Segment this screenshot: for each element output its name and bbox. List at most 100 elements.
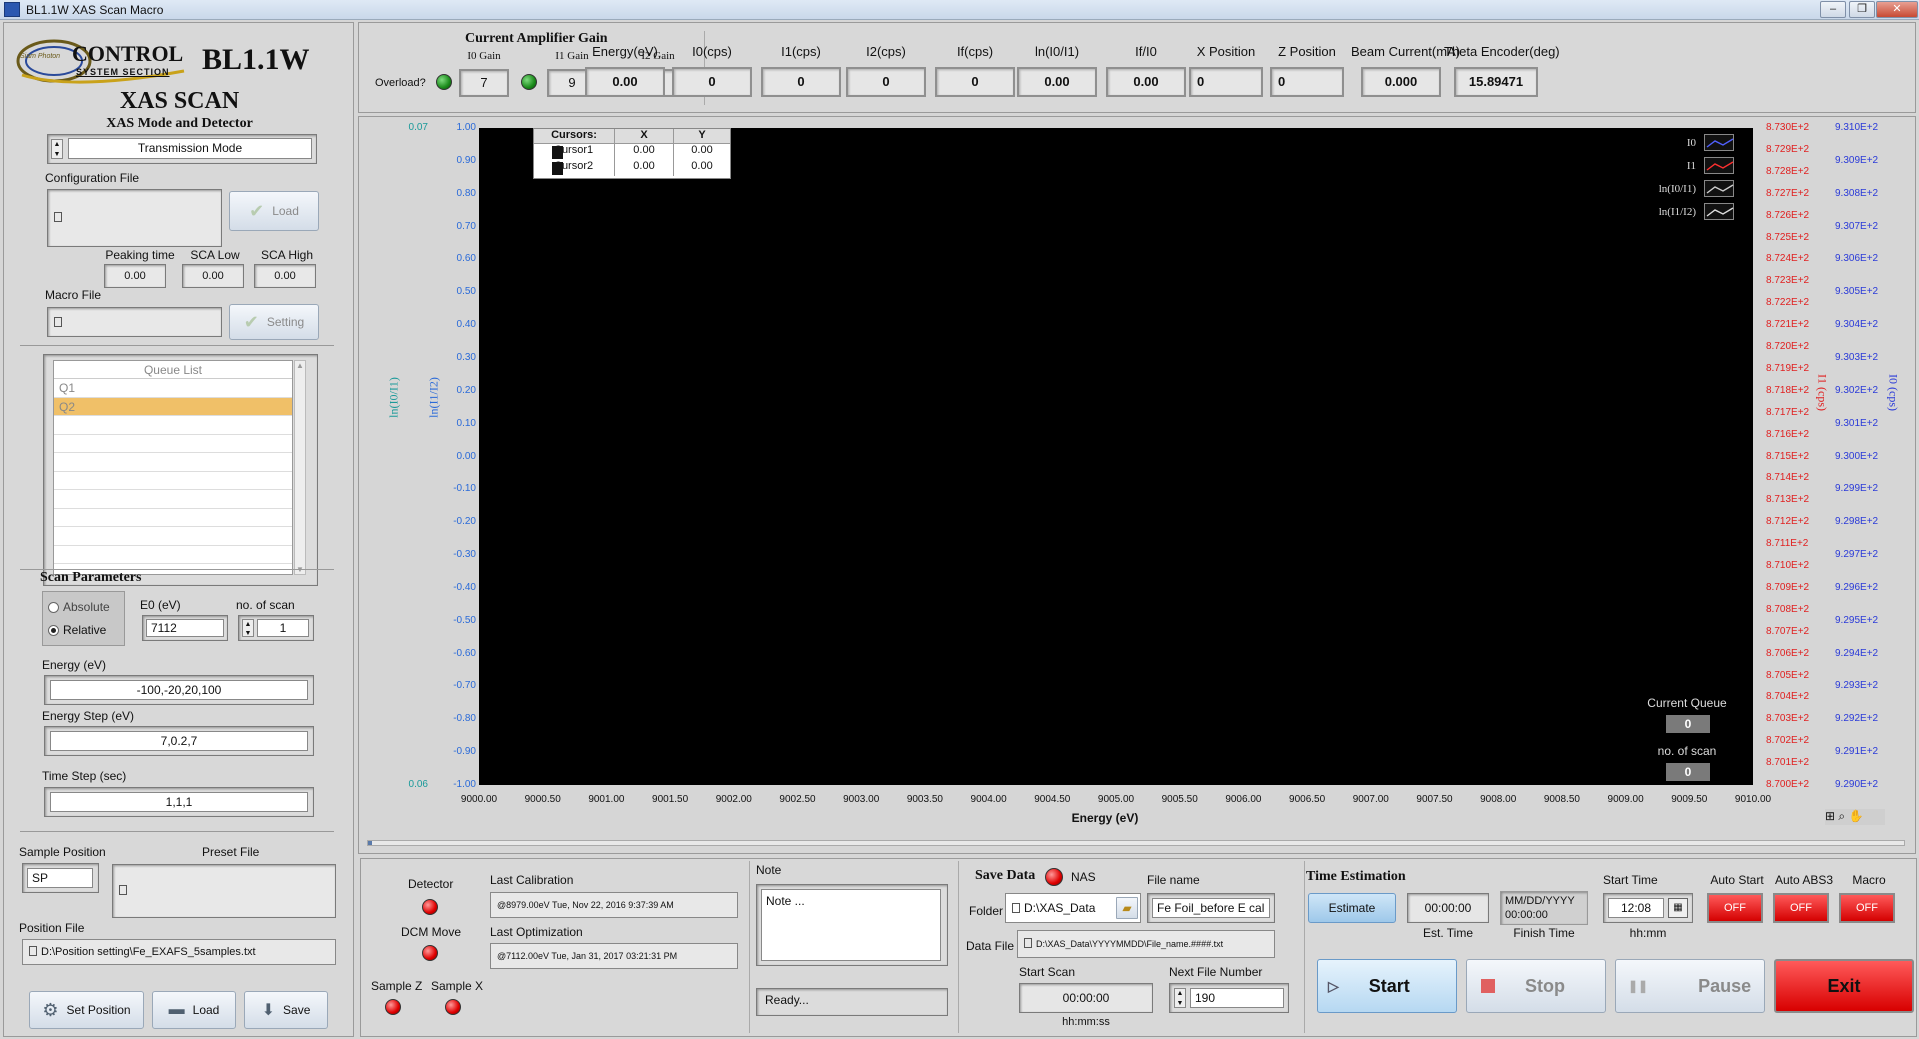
macro-setting-label: Setting [266, 315, 305, 329]
start-time-label: Start Time [1603, 873, 1658, 887]
path-icon [119, 885, 127, 895]
macro-setting-button[interactable]: ✔ Setting [229, 304, 319, 340]
auto-start-toggle[interactable]: OFF [1707, 893, 1763, 923]
magnify-icon[interactable]: ⌕ [1838, 809, 1845, 823]
y2-tick-label: 0.90 [456, 154, 476, 166]
no-of-scan-field[interactable]: 1 [257, 619, 309, 637]
queue-list-item[interactable] [54, 472, 292, 490]
legend-item[interactable]: ln(I0/I1) [1614, 177, 1734, 200]
sca-low-field[interactable]: 0.00 [182, 264, 244, 288]
macro-toggle[interactable]: OFF [1839, 893, 1895, 923]
queue-list-item[interactable]: Q2 [54, 397, 292, 416]
y2-tick-label: -0.60 [453, 647, 476, 659]
x-tick-label: 9002.00 [715, 794, 752, 805]
graph-palette[interactable]: ⊞ ⌕ ✋ [1825, 809, 1885, 825]
energy-field[interactable]: -100,-20,20,100 [50, 680, 308, 700]
note-frame: Note ... [756, 884, 948, 966]
close-button[interactable]: ✕ [1876, 1, 1918, 18]
e0-field[interactable]: 7112 [146, 619, 224, 637]
note-textarea[interactable]: Note ... [761, 889, 941, 961]
legend-item[interactable]: I0 [1614, 131, 1734, 154]
queue-list-item[interactable] [54, 435, 292, 453]
next-file-spin-icon[interactable]: ▲ ▼ [1174, 988, 1186, 1008]
config-file-path[interactable] [47, 189, 222, 247]
dcm-move-label: DCM Move [401, 925, 462, 939]
queue-list-item[interactable]: Q1 [54, 379, 292, 398]
queue-list[interactable]: Queue List Q1 Q2 [53, 360, 293, 575]
legend-label: ln(I0/I1) [1658, 182, 1696, 195]
stop-button[interactable]: Stop [1466, 959, 1606, 1013]
y4-tick-label: 9.296E+2 [1835, 581, 1879, 593]
y3-tick-label: 8.705E+2 [1766, 669, 1810, 681]
legend-item[interactable]: I1 [1614, 154, 1734, 177]
auto-abs3-toggle[interactable]: OFF [1773, 893, 1829, 923]
x-tick-label: 9004.00 [970, 794, 1007, 805]
readout-label: Z Position [1278, 44, 1336, 59]
divider [749, 861, 750, 1033]
next-file-number-field[interactable]: 190 [1190, 988, 1284, 1008]
preset-file-path[interactable] [112, 864, 336, 918]
cursor-row[interactable]: Cursor1 0.00 0.00 [534, 144, 730, 160]
stop-icon [1481, 979, 1495, 993]
start-button[interactable]: ▷ Start [1317, 959, 1457, 1013]
energy-step-field[interactable]: 7,0.2,7 [50, 731, 308, 751]
queue-list-item[interactable] [54, 546, 292, 564]
plot-scrollbar[interactable] [367, 840, 1905, 846]
x-tick-label: 9003.50 [906, 794, 943, 805]
y3-tick-label: 8.726E+2 [1766, 209, 1810, 221]
queue-list-item[interactable] [54, 416, 292, 435]
queue-list-item[interactable] [54, 453, 292, 472]
queue-list-item[interactable] [54, 527, 292, 546]
exit-button[interactable]: Exit [1774, 959, 1914, 1013]
path-icon [54, 317, 62, 327]
absolute-radio[interactable] [48, 602, 59, 613]
pan-hand-icon[interactable]: ✋ [1848, 809, 1863, 823]
queue-list-item[interactable] [54, 509, 292, 527]
y2-tick-label: 0.40 [456, 319, 476, 331]
config-load-button[interactable]: ✔ Load [229, 191, 319, 231]
pause-button[interactable]: ❚❚ Pause [1615, 959, 1765, 1013]
xas-plot-area[interactable]: Cursors: X Y Cursor1 0.00 0.00 Cursor2 0… [479, 128, 1753, 785]
y4-tick-label: 9.307E+2 [1835, 220, 1879, 232]
calendar-icon[interactable]: ▦ [1668, 898, 1688, 918]
save-position-button[interactable]: ⬇ Save [244, 991, 328, 1029]
estimate-button[interactable]: Estimate [1308, 893, 1396, 923]
queue-scrollbar[interactable]: ▲▼ [294, 360, 306, 575]
y3-tick-label: 8.708E+2 [1766, 603, 1810, 615]
sca-high-field[interactable]: 0.00 [254, 264, 316, 288]
legend-item[interactable]: ln(I1/I2) [1614, 200, 1734, 223]
macro-file-path[interactable] [47, 307, 222, 337]
position-file-path[interactable]: D:\Position setting\Fe_EXAFS_5samples.tx… [22, 939, 336, 965]
control-logo: CONTROL SYSTEM SECTION Siam Photon [14, 31, 190, 89]
mode-spin-icon[interactable]: ▲ ▼ [51, 139, 63, 159]
plot-legend[interactable]: I0 I1 ln(I0/I1) ln(I1/I2) [1614, 131, 1734, 223]
peaking-time-field[interactable]: 0.00 [104, 264, 166, 288]
cursor-row[interactable]: Cursor2 0.00 0.00 [534, 160, 730, 176]
relative-radio[interactable] [48, 625, 59, 636]
y3-tick-label: 8.702E+2 [1766, 735, 1810, 747]
x-tick-label: 9007.00 [1352, 794, 1389, 805]
maximize-button[interactable]: ❐ [1849, 1, 1875, 18]
file-name-field[interactable]: Fe Foil_before E cal [1152, 898, 1270, 918]
zoom-icon[interactable]: ⊞ [1825, 809, 1835, 823]
set-position-button[interactable]: ⚙ Set Position [29, 991, 144, 1029]
logo-text: CONTROL [72, 41, 184, 66]
y2-tick-label: 0.30 [456, 351, 476, 363]
minimize-button[interactable]: – [1820, 1, 1846, 18]
no-of-scan-spin-icon[interactable]: ▲ ▼ [242, 619, 254, 637]
start-time-field[interactable]: 12:08 [1608, 898, 1664, 918]
load-position-button[interactable]: ▬ Load [152, 991, 236, 1029]
browse-folder-button[interactable]: ▰ [1116, 897, 1138, 919]
time-step-field[interactable]: 1,1,1 [50, 792, 308, 812]
cursor-table[interactable]: Cursors: X Y Cursor1 0.00 0.00 Cursor2 0… [533, 128, 731, 179]
sample-position-field[interactable]: SP [27, 868, 93, 888]
legend-label: I0 [1686, 136, 1696, 149]
mode-selector[interactable]: ▲ ▼ Transmission Mode [47, 134, 317, 164]
x-tick-label: 9009.50 [1671, 794, 1708, 805]
queue-list-item[interactable] [54, 490, 292, 509]
readout-label: I2(cps) [866, 44, 906, 59]
y2-tick-label: 0.20 [456, 384, 476, 396]
y3-tick-label: 8.729E+2 [1766, 143, 1810, 155]
cursor-name: Cursor1 [554, 144, 594, 156]
y3-tick-label: 8.707E+2 [1766, 625, 1810, 637]
